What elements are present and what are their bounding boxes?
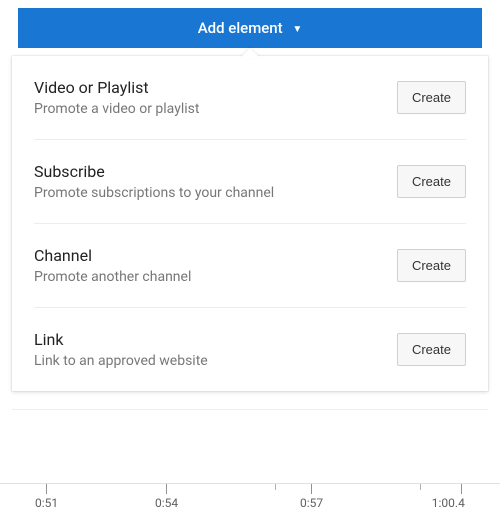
create-button-channel[interactable]: Create [397,249,466,282]
tick-label: 0:54 [155,496,178,510]
chevron-down-icon: ▼ [292,24,302,35]
create-button-subscribe[interactable]: Create [397,165,466,198]
timeline-tick [275,484,276,490]
add-element-label: Add element [198,19,283,37]
add-element-button[interactable]: Add element ▼ [18,8,482,48]
option-desc: Link to an approved website [34,353,208,369]
timeline[interactable]: 0:51 0:54 0:57 1:00.4 [0,483,500,525]
timeline-tick: 0:54 [155,484,178,510]
tick-label: 0:57 [300,496,323,510]
add-element-dropdown: Video or Playlist Promote a video or pla… [12,56,488,391]
option-desc: Promote a video or playlist [34,101,199,117]
create-button-video-or-playlist[interactable]: Create [397,81,466,114]
option-text: Link Link to an approved website [34,330,208,369]
option-desc: Promote subscriptions to your channel [34,185,274,201]
option-title: Channel [34,246,191,265]
option-title: Subscribe [34,162,274,181]
timeline-tick: 0:57 [300,484,323,510]
option-text: Subscribe Promote subscriptions to your … [34,162,274,201]
timeline-tick [420,484,421,490]
option-text: Channel Promote another channel [34,246,191,285]
create-button-link[interactable]: Create [397,333,466,366]
dropdown-arrow [240,48,260,58]
option-channel: Channel Promote another channel Create [34,224,466,308]
timeline-tick: 0:51 [35,484,58,510]
option-desc: Promote another channel [34,269,191,285]
tick-label: 1:00.4 [432,496,465,510]
option-link: Link Link to an approved website Create [34,308,466,391]
option-text: Video or Playlist Promote a video or pla… [34,78,199,117]
separator [12,409,488,410]
option-video-or-playlist: Video or Playlist Promote a video or pla… [34,56,466,140]
option-subscribe: Subscribe Promote subscriptions to your … [34,140,466,224]
tick-label: 0:51 [35,496,58,510]
option-title: Link [34,330,208,349]
option-title: Video or Playlist [34,78,199,97]
timeline-tick: 1:00.4 [445,484,478,510]
